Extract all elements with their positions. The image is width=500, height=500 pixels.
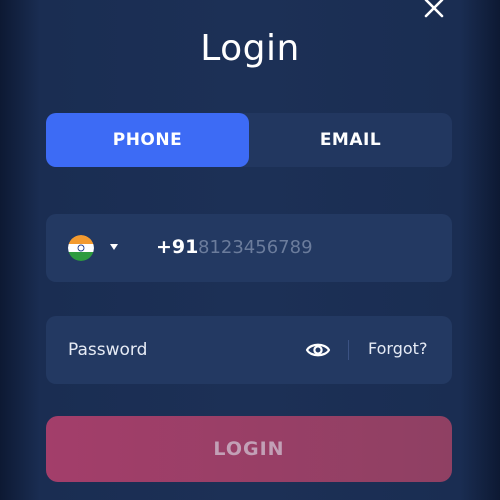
tab-phone[interactable]: PHONE <box>46 113 249 167</box>
caret-down-icon[interactable] <box>109 241 119 253</box>
tab-email[interactable]: EMAIL <box>249 113 452 167</box>
eye-icon[interactable] <box>305 338 331 362</box>
page-title: Login <box>200 28 300 69</box>
login-screen: Login PHONE EMAIL +91 Forgot? LOGIN <box>0 0 500 500</box>
password-field: Forgot? <box>46 316 452 384</box>
login-method-tabs: PHONE EMAIL <box>46 113 452 167</box>
country-code[interactable]: +91 <box>156 236 198 258</box>
login-button[interactable]: LOGIN <box>46 416 452 482</box>
field-divider <box>348 340 349 360</box>
phone-input[interactable] <box>198 232 428 262</box>
password-input[interactable] <box>68 335 298 365</box>
phone-field: +91 <box>46 214 452 282</box>
india-flag-icon[interactable] <box>68 235 94 261</box>
forgot-password-link[interactable]: Forgot? <box>368 339 427 358</box>
close-icon[interactable] <box>420 0 448 22</box>
